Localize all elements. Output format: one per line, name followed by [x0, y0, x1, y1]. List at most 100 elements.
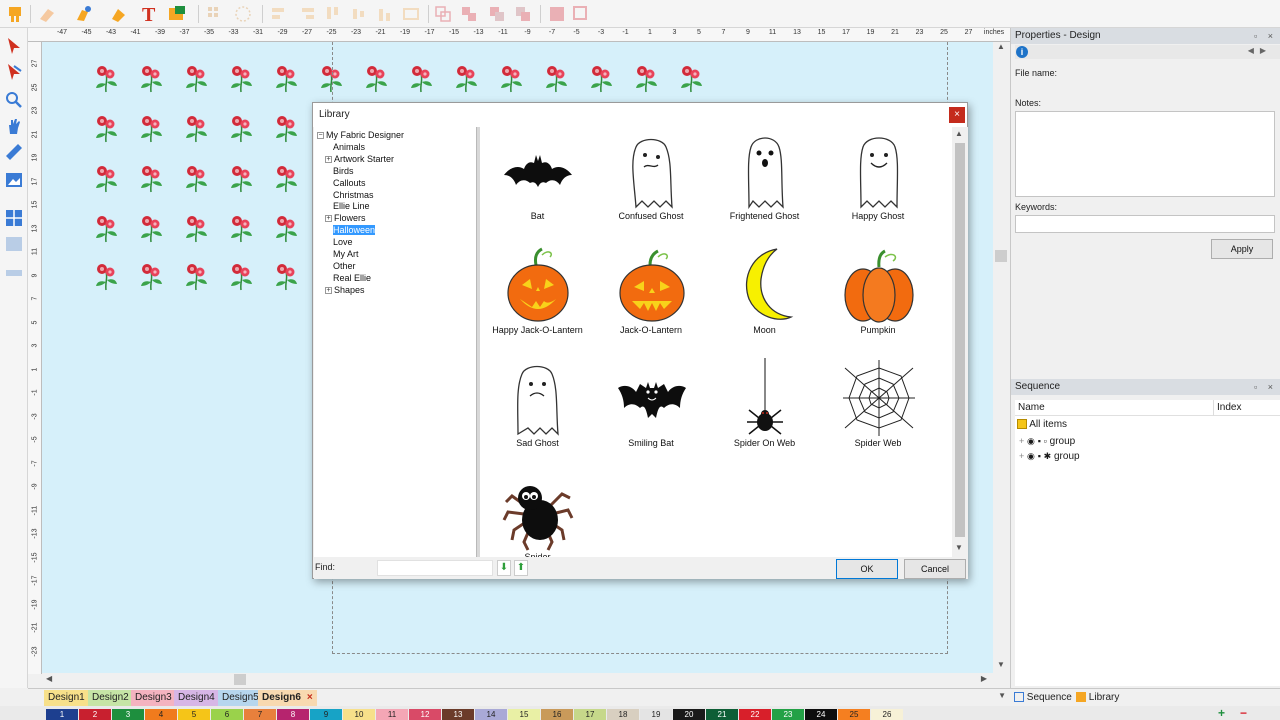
flower-motif[interactable] — [180, 212, 212, 244]
tab-sequence[interactable]: Sequence — [1014, 690, 1072, 706]
color-swatch[interactable]: 5 — [178, 709, 210, 720]
tree-node[interactable]: − My Fabric Designer — [317, 130, 404, 141]
tree-expander-icon[interactable]: + — [325, 155, 332, 163]
color-swatch[interactable]: 26 — [871, 709, 903, 720]
close-button[interactable]: × — [949, 107, 965, 123]
align-left-icon[interactable] — [268, 3, 290, 25]
color-swatch[interactable]: 15 — [508, 709, 540, 720]
ungroup-icon[interactable] — [458, 3, 480, 25]
flower-motif[interactable] — [135, 112, 167, 144]
distribute-icon[interactable] — [400, 3, 422, 25]
tree-node[interactable]: + Shapes — [325, 285, 365, 296]
scissors-icon[interactable] — [4, 262, 24, 282]
color-swatch[interactable]: 13 — [442, 709, 474, 720]
tree-node[interactable]: + Artwork Starter — [325, 154, 394, 165]
scroll-up-arrow-icon[interactable]: ▲ — [997, 42, 1005, 51]
flower-motif[interactable] — [270, 112, 302, 144]
tree-node[interactable]: Birds — [325, 166, 354, 177]
tree-node[interactable]: Ellie Line — [325, 201, 370, 212]
design-tab[interactable]: Design2 — [88, 690, 133, 706]
flower-motif[interactable] — [270, 162, 302, 194]
lock-icon[interactable]: ▪ — [1038, 436, 1041, 446]
color-swatch[interactable]: 8 — [277, 709, 309, 720]
flower-motif[interactable] — [180, 62, 212, 94]
color-swatch[interactable]: 24 — [805, 709, 837, 720]
library-item[interactable]: Smiling Bat — [595, 356, 708, 469]
remove-color-icon[interactable]: − — [1240, 707, 1247, 719]
info-icon[interactable]: i — [1016, 46, 1028, 58]
gallery-scroll-up-icon[interactable]: ▲ — [955, 129, 963, 138]
flower-motif[interactable] — [225, 212, 257, 244]
color-swatch[interactable]: 10 — [343, 709, 375, 720]
flower-motif[interactable] — [90, 260, 122, 292]
measure-ruler-icon[interactable] — [4, 142, 24, 162]
flower-motif[interactable] — [270, 212, 302, 244]
flower-motif[interactable] — [180, 260, 212, 292]
library-item[interactable]: Spider Web — [822, 356, 935, 469]
flower-motif[interactable] — [270, 62, 302, 94]
group-icon[interactable] — [432, 3, 454, 25]
canvas-vertical-scrollbar[interactable]: ▲ ▼ — [993, 42, 1010, 674]
fill-tool-icon[interactable] — [108, 3, 130, 25]
library-item[interactable]: Sad Ghost — [481, 356, 594, 469]
tree-node[interactable]: + Flowers — [325, 213, 366, 224]
image-icon[interactable] — [4, 170, 24, 190]
ok-button[interactable]: OK — [836, 559, 898, 579]
snap-icon[interactable] — [232, 3, 254, 25]
color-swatch[interactable]: 2 — [79, 709, 111, 720]
flower-motif[interactable] — [90, 62, 122, 94]
color-swatch[interactable]: 12 — [409, 709, 441, 720]
visible-eye-icon[interactable]: ◉ — [1027, 451, 1035, 461]
canvas-horizontal-scrollbar[interactable]: ◀ ▶ — [42, 673, 993, 687]
eraser-tool-icon[interactable] — [36, 3, 58, 25]
tree-node[interactable]: Animals — [325, 142, 365, 153]
color-swatch[interactable]: 7 — [244, 709, 276, 720]
tree-node[interactable]: Christmas — [325, 190, 374, 201]
flower-motif[interactable] — [225, 62, 257, 94]
sequence-row[interactable]: + ◉ ▪ ✱ group — [1019, 449, 1080, 463]
cancel-button[interactable]: Cancel — [904, 559, 966, 579]
close-tab-icon[interactable]: × — [307, 692, 313, 703]
color-swatch[interactable]: 22 — [739, 709, 771, 720]
flower-motif[interactable] — [270, 260, 302, 292]
color-swatch[interactable]: 19 — [640, 709, 672, 720]
notes-textarea[interactable] — [1015, 111, 1275, 197]
text-tool-icon[interactable]: T — [138, 3, 160, 26]
design-tab[interactable]: Design3 — [131, 690, 176, 706]
design-tab[interactable]: Design6 × — [258, 690, 317, 706]
color-swatch[interactable]: 9 — [310, 709, 342, 720]
panel-nav-arrows-icon[interactable]: ◀▶ — [1248, 46, 1272, 55]
library-item[interactable]: Jack-O-Lantern — [595, 243, 708, 356]
library-item[interactable]: Spider On Web — [708, 356, 821, 469]
gallery-scroll-down-icon[interactable]: ▼ — [955, 543, 963, 552]
flower-motif[interactable] — [135, 62, 167, 94]
color-swatch[interactable]: 18 — [607, 709, 639, 720]
flower-motif[interactable] — [135, 162, 167, 194]
app-menu-icon[interactable] — [4, 3, 26, 25]
crop-icon[interactable] — [546, 3, 568, 25]
tab-library[interactable]: Library — [1076, 690, 1119, 706]
visible-eye-icon[interactable]: ◉ — [1027, 436, 1035, 446]
library-item[interactable]: Happy Ghost — [822, 129, 935, 242]
library-item[interactable]: Happy Jack-O-Lantern — [481, 243, 594, 356]
image-tool-icon[interactable] — [166, 3, 188, 25]
expand-icon[interactable]: + — [1019, 436, 1024, 446]
flower-motif[interactable] — [90, 112, 122, 144]
scroll-right-arrow-icon[interactable]: ▶ — [981, 674, 987, 683]
library-item[interactable]: Pumpkin — [822, 243, 935, 356]
mask-icon[interactable] — [570, 3, 592, 25]
tree-node[interactable]: Real Ellie — [325, 273, 371, 284]
tree-node[interactable]: Love — [325, 237, 353, 248]
send-back-icon[interactable] — [512, 3, 534, 25]
bring-front-icon[interactable] — [486, 3, 508, 25]
tree-node[interactable]: Halloween — [325, 225, 376, 236]
flower-motif[interactable] — [225, 112, 257, 144]
flower-motif[interactable] — [90, 162, 122, 194]
tree-node[interactable]: My Art — [325, 249, 359, 260]
lock-icon[interactable]: ▪ — [1038, 451, 1041, 461]
library-item[interactable]: Bat — [481, 129, 594, 242]
pan-hand-icon[interactable] — [4, 116, 24, 136]
tree-node[interactable]: Callouts — [325, 178, 366, 189]
node-select-icon[interactable] — [4, 62, 24, 82]
align-top-icon[interactable] — [322, 3, 344, 25]
